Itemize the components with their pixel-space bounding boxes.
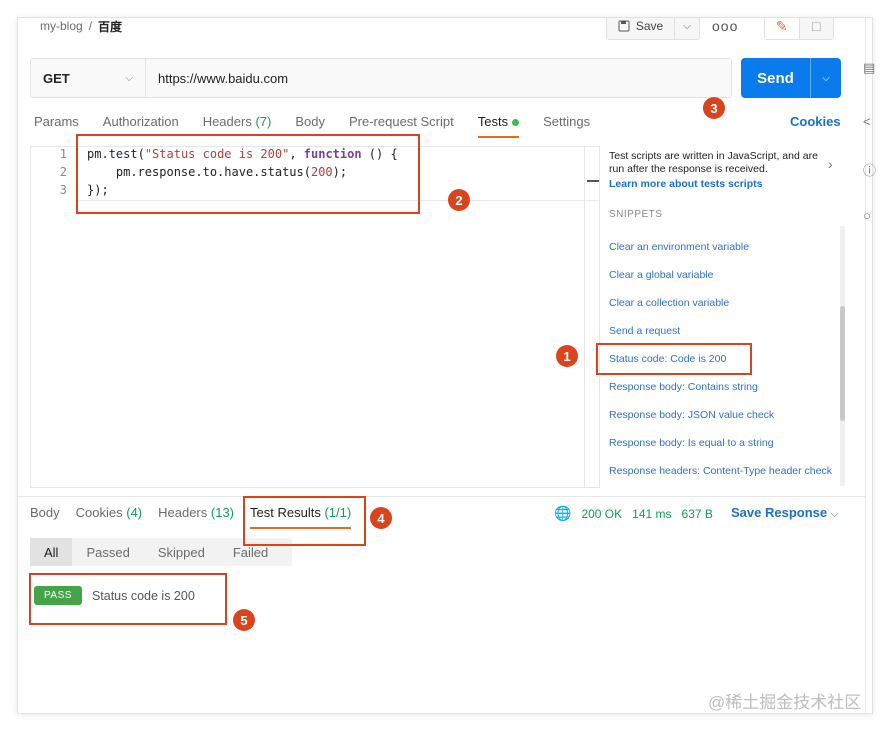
collapse-panel-chevron-icon[interactable]: › [828,156,833,172]
snippets-panel: Test scripts are written in JavaScript, … [600,146,846,488]
watermark: @稀土掘金技术社区 [708,693,862,712]
response-tab-body[interactable]: Body [30,505,60,520]
url-input[interactable]: https://www.baidu.com [146,59,731,97]
breadcrumb-separator: / [88,19,93,33]
annotation-box-test-results [243,496,366,546]
snippets-scrollbar[interactable] [840,226,845,486]
filter-all[interactable]: All [30,538,73,566]
code-icon[interactable]: < [863,114,871,129]
annotation-badge: 1 [556,345,578,367]
line-number-gutter: 1 2 3 [59,147,67,197]
annotation-badge: 2 [448,189,470,211]
annotation-badge: 3 [703,97,725,119]
snippet-item[interactable]: Clear a global variable [609,269,832,297]
snippet-item[interactable]: Clear an environment variable [609,241,832,269]
snippet-item[interactable]: Response headers: Content-Type header ch… [609,465,832,493]
status-code[interactable]: 200 OK [581,507,622,521]
response-size[interactable]: 637 B [682,507,713,521]
chevron-down-icon: ⌵ [125,72,133,84]
info-icon[interactable]: ⓘ [863,160,876,179]
url-bar: GET ⌵ https://www.baidu.com [30,58,732,98]
filter-passed[interactable]: Passed [72,538,143,566]
tab-settings[interactable]: Settings [543,114,590,138]
save-label: Save [635,19,664,33]
bulb-icon[interactable]: ○ [863,208,871,223]
save-button-group: Save ⌵ [606,18,700,40]
document-icon[interactable]: ▤ [863,60,875,76]
view-toggle: ✎ □ [764,18,834,40]
breadcrumb-collection[interactable]: my-blog [40,19,83,33]
annotation-box-snippet [596,343,752,375]
chevron-down-icon: ⌵ [830,509,839,520]
save-response-button[interactable]: Save Response ⌵ [731,505,838,520]
response-time[interactable]: 141 ms [632,507,671,521]
response-tab-headers[interactable]: Headers (13) [158,505,234,520]
active-indicator-dot [512,119,520,127]
snippet-item[interactable]: Response body: Contains string [609,381,832,409]
snippet-item[interactable]: Clear a collection variable [609,297,832,325]
breadcrumb-request[interactable]: 百度 [98,18,122,35]
snippets-description: Test scripts are written in JavaScript, … [609,150,818,175]
learn-more-link[interactable]: Learn more about tests scripts [609,178,762,190]
breadcrumb: my-blog / 百度 [40,18,122,34]
snippets-title: SNIPPETS [609,209,663,220]
comment-icon[interactable]: □ [800,18,834,39]
response-divider [18,496,865,497]
more-options-icon[interactable]: ooo [712,18,738,34]
tab-tests[interactable]: Tests [477,114,520,138]
method-label: GET [43,70,70,86]
edit-pencil-icon[interactable]: ✎ [765,18,800,39]
send-label: Send [741,58,811,98]
snippet-item[interactable]: Response body: JSON value check [609,409,832,437]
snippet-item[interactable]: Response body: Is equal to a string [609,437,832,465]
send-options-chevron-icon[interactable]: ⌵ [811,58,841,98]
annotation-box-editor [76,134,420,214]
tab-params[interactable]: Params [34,114,79,138]
filter-skipped[interactable]: Skipped [144,538,219,566]
response-tab-cookies[interactable]: Cookies (4) [76,505,142,520]
save-options-chevron-icon[interactable]: ⌵ [675,18,699,39]
editor-scrollbar[interactable] [584,147,600,487]
save-icon [618,20,630,32]
cookies-link[interactable]: Cookies [790,114,841,129]
globe-icon[interactable]: 🌐 [554,505,571,522]
response-meta: 🌐 200 OK 141 ms 637 B [554,505,713,522]
annotation-box-pass [29,573,227,625]
annotation-badge: 5 [233,609,255,631]
method-select[interactable]: GET ⌵ [31,59,146,97]
save-button[interactable]: Save [607,18,675,39]
annotation-badge: 4 [370,507,392,529]
send-button[interactable]: Send ⌵ [741,58,841,98]
